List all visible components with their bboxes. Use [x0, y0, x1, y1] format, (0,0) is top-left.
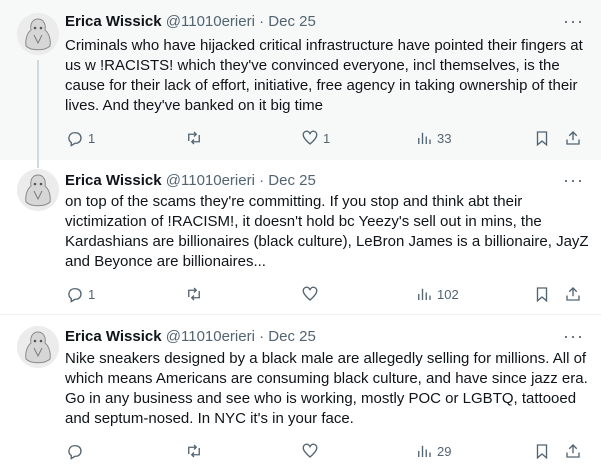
- reply-icon: [68, 288, 82, 303]
- avatar[interactable]: [17, 13, 59, 55]
- separator: ·: [259, 328, 265, 345]
- share-icon: [566, 287, 580, 301]
- bookmark-icon: [536, 287, 548, 303]
- retweet-button[interactable]: [185, 282, 207, 306]
- author-name[interactable]: Erica Wissick: [65, 13, 162, 30]
- reply-button[interactable]: 1: [66, 126, 95, 150]
- tweet-header: Erica Wissick @11010erieri · Dec 25: [65, 327, 561, 347]
- views-icon: [418, 445, 431, 457]
- reply-count: 1: [88, 130, 96, 146]
- like-button[interactable]: [301, 439, 323, 463]
- views-button[interactable]: 29: [415, 439, 451, 463]
- separator: ·: [259, 13, 265, 30]
- like-icon: [302, 443, 318, 458]
- tweet[interactable]: Erica Wissick @11010erieri · Dec 25 ··· …: [0, 315, 601, 475]
- views-icon: [418, 288, 431, 300]
- reply-button[interactable]: 1: [66, 282, 95, 306]
- like-icon: [302, 130, 318, 145]
- views-count: 102: [437, 286, 459, 302]
- separator: ·: [259, 172, 265, 189]
- tweet-actions: 29: [58, 439, 601, 463]
- reply-icon: [68, 132, 82, 147]
- bookmark-icon: [536, 444, 548, 460]
- author-name[interactable]: Erica Wissick: [65, 328, 162, 345]
- reply-count: 1: [88, 286, 96, 302]
- tweet-header: Erica Wissick @11010erieri · Dec 25: [65, 171, 561, 191]
- views-button[interactable]: 102: [415, 282, 459, 306]
- reply-icon: [68, 445, 82, 460]
- views-count: 29: [437, 443, 452, 459]
- author-name[interactable]: Erica Wissick: [65, 172, 162, 189]
- tweet[interactable]: Erica Wissick @11010erieri · Dec 25 ··· …: [0, 0, 601, 160]
- timeline-feed: Erica Wissick @11010erieri · Dec 25 ··· …: [0, 0, 601, 475]
- bookmark-button[interactable]: [533, 126, 551, 150]
- tweet-actions: 1 102: [58, 282, 601, 306]
- avatar-image: [17, 169, 59, 211]
- avatar[interactable]: [17, 169, 59, 211]
- like-count: 1: [323, 130, 331, 146]
- author-handle[interactable]: @11010erieri: [166, 172, 255, 189]
- tweet-text: Criminals who have hijacked critical inf…: [65, 37, 583, 114]
- author-handle[interactable]: @11010erieri: [166, 13, 255, 30]
- views-icon: [418, 132, 431, 144]
- tweet-header: Erica Wissick @11010erieri · Dec 25: [65, 12, 561, 32]
- thread-line: [37, 160, 39, 168]
- share-button[interactable]: [564, 126, 582, 150]
- reply-button[interactable]: [66, 439, 88, 463]
- share-button[interactable]: [564, 282, 582, 306]
- share-icon: [566, 444, 580, 458]
- views-count: 33: [437, 130, 452, 146]
- bookmark-button[interactable]: [533, 439, 551, 463]
- like-button[interactable]: 1: [301, 126, 330, 150]
- tweet[interactable]: Erica Wissick @11010erieri · Dec 25 ··· …: [0, 160, 601, 315]
- views-button[interactable]: 33: [415, 126, 451, 150]
- more-options-button[interactable]: ···: [563, 327, 583, 351]
- retweet-icon: [188, 444, 200, 458]
- avatar-image: [17, 326, 59, 368]
- tweet-date[interactable]: Dec 25: [268, 172, 316, 189]
- retweet-button[interactable]: [185, 126, 207, 150]
- like-button[interactable]: [301, 282, 323, 306]
- like-icon: [302, 286, 318, 301]
- retweet-icon: [188, 131, 200, 145]
- bookmark-icon: [536, 131, 548, 147]
- tweet-actions: 1 1 33: [58, 126, 601, 150]
- author-handle[interactable]: @11010erieri: [166, 328, 255, 345]
- avatar-image: [17, 13, 59, 55]
- tweet-text: on top of the scams they're committing. …: [65, 193, 589, 270]
- share-button[interactable]: [564, 439, 582, 463]
- tweet-date[interactable]: Dec 25: [268, 13, 316, 30]
- avatar[interactable]: [17, 326, 59, 368]
- retweet-icon: [188, 287, 200, 301]
- bookmark-button[interactable]: [533, 282, 551, 306]
- tweet-date[interactable]: Dec 25: [268, 328, 316, 345]
- tweet-text: Nike sneakers designed by a black male a…: [65, 350, 588, 427]
- share-icon: [566, 131, 580, 145]
- thread-line: [37, 60, 39, 160]
- more-options-button[interactable]: ···: [563, 12, 583, 36]
- retweet-button[interactable]: [185, 439, 207, 463]
